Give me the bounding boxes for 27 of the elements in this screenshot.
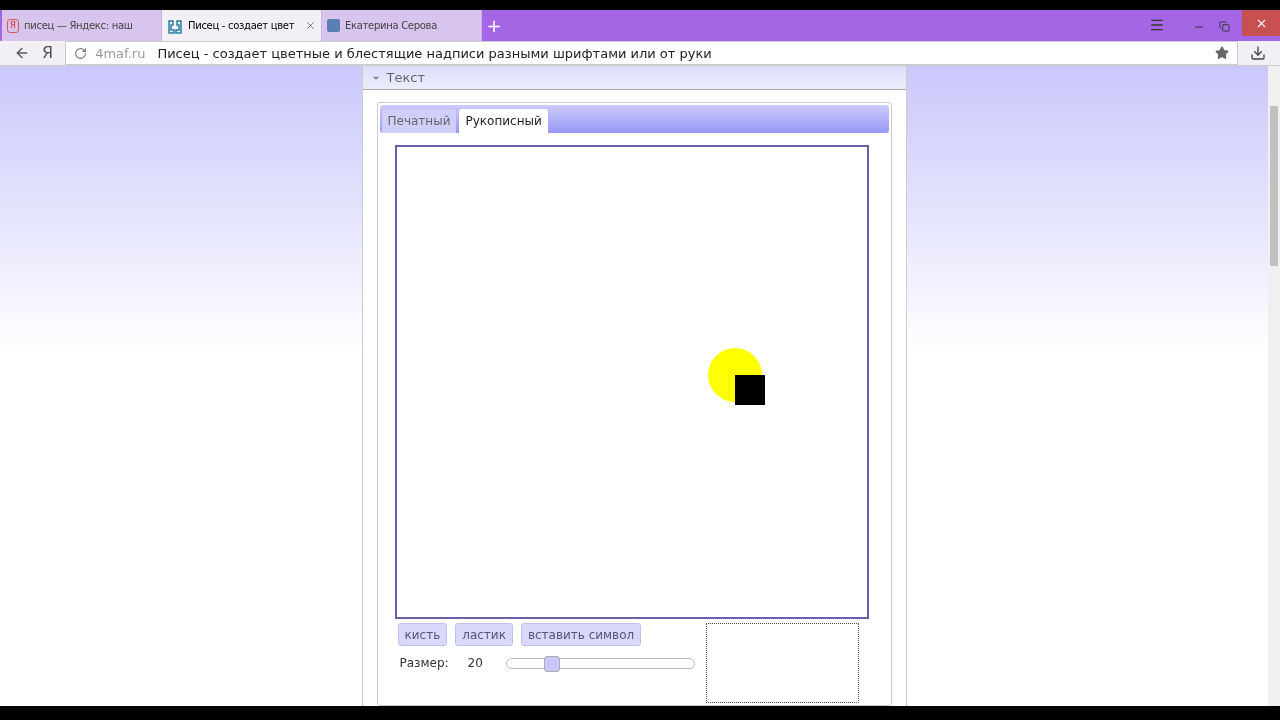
site-icon bbox=[167, 17, 183, 34]
close-icon[interactable] bbox=[305, 20, 316, 32]
browser-tab[interactable]: Екатерина Серова bbox=[322, 10, 482, 42]
yandex-button[interactable]: Я bbox=[42, 41, 54, 66]
download-icon[interactable] bbox=[1250, 45, 1266, 62]
new-tab-button[interactable]: + bbox=[482, 10, 506, 42]
restore-icon[interactable] bbox=[1219, 21, 1230, 33]
tool-button[interactable]: вставить символ bbox=[520, 623, 642, 647]
tool-button[interactable]: кисть bbox=[397, 623, 448, 647]
browser-tab[interactable]: Я писец — Яндекс: наш bbox=[2, 10, 162, 42]
section-header[interactable]: Текст bbox=[362, 66, 906, 91]
cursor-highlight-icon bbox=[706, 347, 767, 408]
tab-title: писец — Яндекс: наш bbox=[24, 19, 134, 34]
close-button[interactable] bbox=[1242, 10, 1280, 37]
scrollbar[interactable] bbox=[1268, 66, 1280, 707]
tab-title: Екатерина Серова bbox=[345, 19, 438, 34]
panel-tab[interactable]: Рукописный bbox=[459, 109, 548, 134]
size-label: Размер: bbox=[399, 655, 450, 673]
tool-button[interactable]: ластик bbox=[455, 623, 513, 647]
drawing-canvas[interactable] bbox=[394, 145, 869, 620]
vk-icon bbox=[327, 19, 340, 33]
address-bar[interactable]: 4maf.ru Писец - создает цветные и блестящие надписи разными шрифтами или от руки bbox=[65, 41, 1238, 66]
browser-tab[interactable]: Писец - создает цвет bbox=[162, 10, 322, 42]
size-value: 20 bbox=[467, 655, 484, 673]
tab-title: Писец - создает цвет bbox=[188, 19, 296, 34]
yandex-icon: Я bbox=[7, 18, 19, 33]
panel-tab[interactable]: Печатный bbox=[381, 109, 457, 134]
